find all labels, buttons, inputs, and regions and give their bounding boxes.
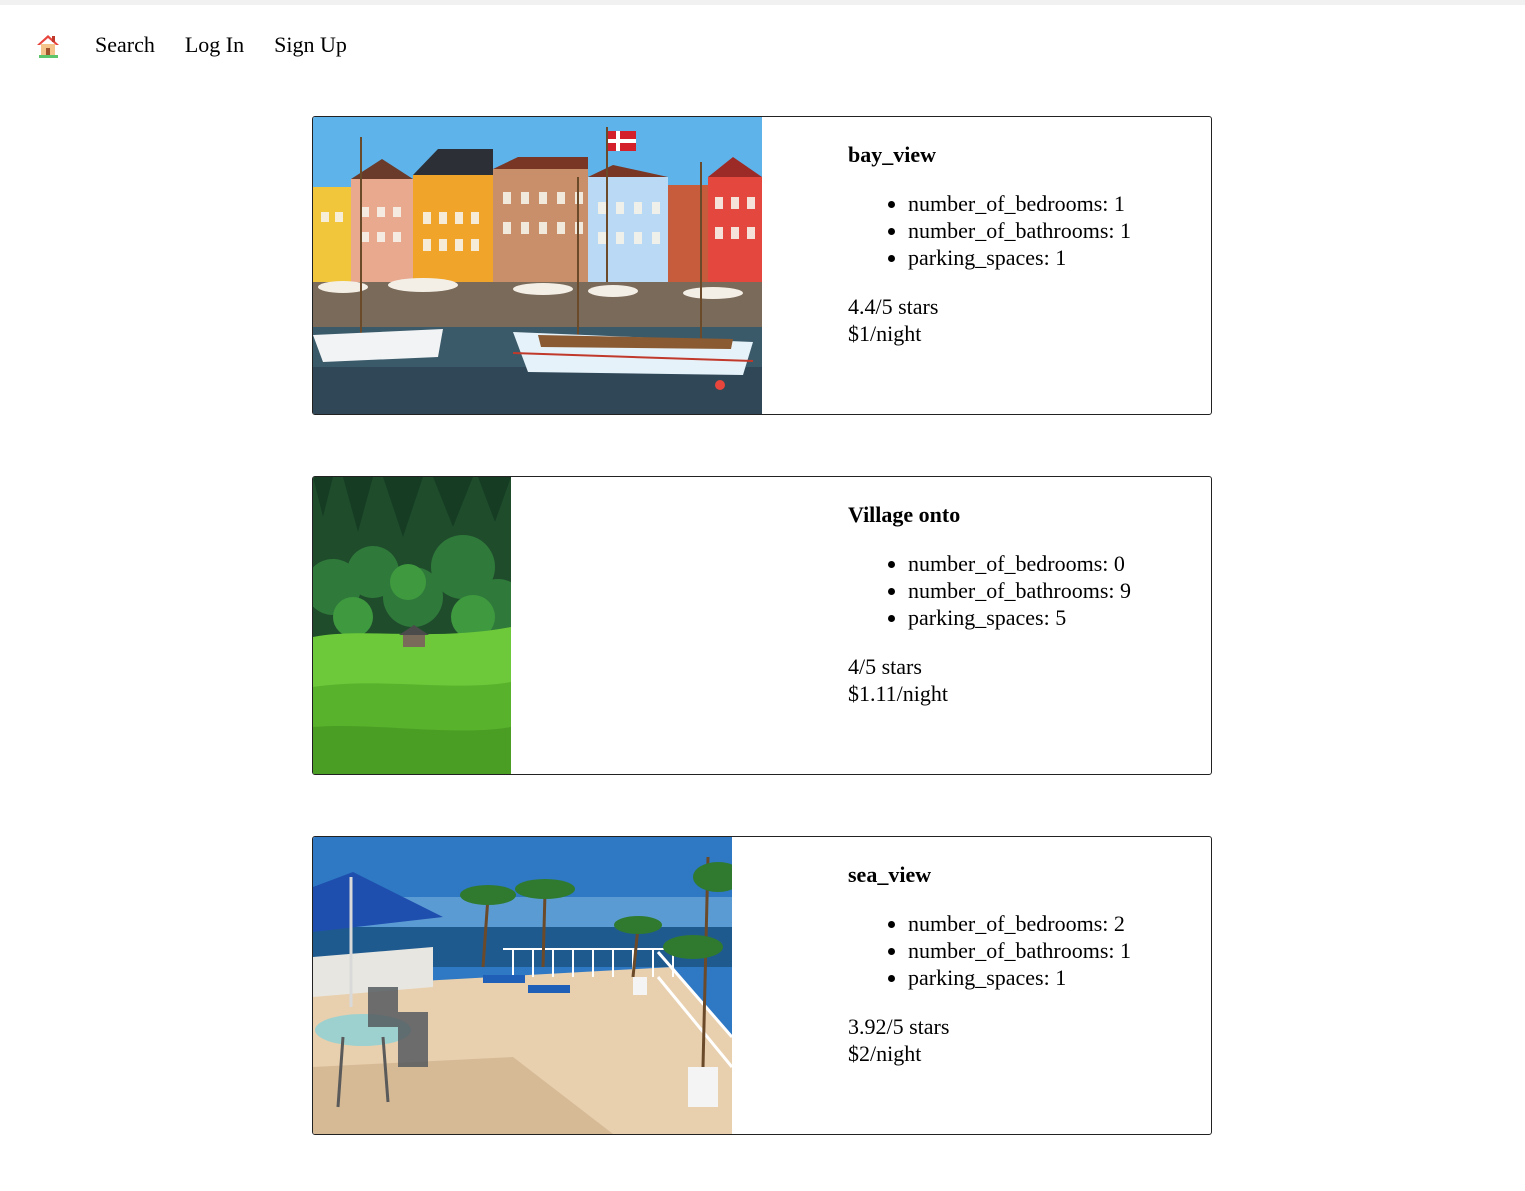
feature-bedrooms: number_of_bedrooms: 0 — [908, 550, 1131, 577]
listing-card[interactable]: Village onto number_of_bedrooms: 0 numbe… — [312, 476, 1212, 775]
listing-rating: 4.4/5 stars — [848, 294, 939, 319]
listing-rating: 4/5 stars — [848, 654, 922, 679]
listing-price: $2/night — [848, 1041, 922, 1066]
nav-search-link[interactable]: Search — [95, 31, 155, 59]
nav-signup-link[interactable]: Sign Up — [274, 31, 347, 59]
listing-photo[interactable] — [313, 477, 511, 774]
listing-card[interactable]: bay_view number_of_bedrooms: 1 number_of… — [312, 116, 1212, 415]
feature-bedrooms: number_of_bedrooms: 2 — [908, 910, 1131, 937]
feature-parking: parking_spaces: 1 — [908, 964, 1131, 991]
feature-parking: parking_spaces: 5 — [908, 604, 1131, 631]
feature-bathrooms: number_of_bathrooms: 1 — [908, 217, 1131, 244]
home-link[interactable] — [34, 31, 62, 59]
feature-bathrooms: number_of_bathrooms: 9 — [908, 577, 1131, 604]
house-icon — [37, 35, 59, 58]
listing-features: number_of_bedrooms: 0 number_of_bathroom… — [848, 550, 1131, 631]
listing-card[interactable]: sea_view number_of_bedrooms: 2 number_of… — [312, 836, 1212, 1135]
feature-bathrooms: number_of_bathrooms: 1 — [908, 937, 1131, 964]
listing-price: $1.11/night — [848, 681, 949, 706]
listing-title[interactable]: bay_view — [848, 141, 1131, 168]
listing-info: bay_view number_of_bedrooms: 1 number_of… — [848, 141, 1131, 347]
listing-price: $1/night — [848, 321, 922, 346]
feature-bedrooms: number_of_bedrooms: 1 — [908, 190, 1131, 217]
listing-photo[interactable] — [313, 837, 732, 1134]
listing-info: sea_view number_of_bedrooms: 2 number_of… — [848, 861, 1131, 1067]
top-navigation: Search Log In Sign Up — [34, 30, 377, 60]
listing-photo[interactable] — [313, 117, 762, 414]
listing-features: number_of_bedrooms: 2 number_of_bathroom… — [848, 910, 1131, 991]
listing-rating: 3.92/5 stars — [848, 1014, 950, 1039]
feature-parking: parking_spaces: 1 — [908, 244, 1131, 271]
nav-login-link[interactable]: Log In — [185, 31, 244, 59]
listing-title[interactable]: Village onto — [848, 501, 1131, 528]
listing-title[interactable]: sea_view — [848, 861, 1131, 888]
listing-features: number_of_bedrooms: 1 number_of_bathroom… — [848, 190, 1131, 271]
top-divider — [0, 0, 1525, 5]
listing-info: Village onto number_of_bedrooms: 0 numbe… — [848, 501, 1131, 707]
